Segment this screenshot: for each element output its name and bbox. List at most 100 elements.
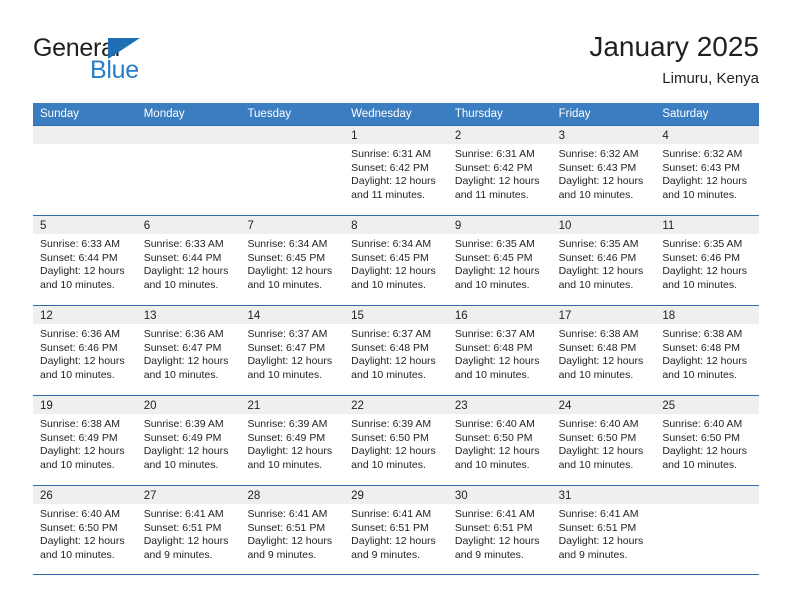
daylight-text-line2: and 10 minutes. (247, 368, 323, 381)
general-blue-logo: General Blue (33, 34, 253, 92)
day-cell[interactable]: 12 Sunrise: 6:36 AM Sunset: 6:46 PM Dayl… (33, 306, 137, 395)
day-cell[interactable]: 19 Sunrise: 6:38 AM Sunset: 6:49 PM Dayl… (33, 396, 137, 485)
day-cell[interactable]: 11 Sunrise: 6:35 AM Sunset: 6:46 PM Dayl… (655, 216, 760, 305)
day-cell[interactable]: 9 Sunrise: 6:35 AM Sunset: 6:45 PM Dayli… (447, 216, 552, 305)
day-cell[interactable]: 21 Sunrise: 6:39 AM Sunset: 6:49 PM Dayl… (240, 396, 345, 485)
sunrise-text: Sunrise: 6:34 AM (247, 238, 328, 250)
sunset-text: Sunset: 6:44 PM (40, 251, 118, 264)
day-number: 6 (143, 220, 151, 232)
daylight-text-line1: Daylight: 12 hours (351, 445, 436, 458)
day-number: 10 (558, 220, 572, 232)
day-cell[interactable]: 27 Sunrise: 6:41 AM Sunset: 6:51 PM Dayl… (136, 486, 241, 574)
day-cell[interactable]: 24 Sunrise: 6:40 AM Sunset: 6:50 PM Dayl… (551, 396, 656, 485)
daylight-text-line2: and 10 minutes. (143, 368, 219, 381)
day-cell[interactable]: 3 Sunrise: 6:32 AM Sunset: 6:43 PM Dayli… (551, 126, 656, 215)
day-cell[interactable] (33, 126, 137, 215)
sunrise-text: Sunrise: 6:40 AM (40, 508, 120, 520)
daylight-text-line1: Daylight: 12 hours (662, 355, 747, 368)
day-number: 27 (143, 490, 157, 502)
day-cell[interactable]: 2 Sunrise: 6:31 AM Sunset: 6:42 PM Dayli… (447, 126, 552, 215)
day-cell[interactable]: 7 Sunrise: 6:34 AM Sunset: 6:45 PM Dayli… (240, 216, 345, 305)
day-details: Sunrise: 6:41 AM Sunset: 6:51 PM Dayligh… (240, 504, 344, 562)
day-number-band: 20 (136, 396, 241, 414)
daylight-text-line2: and 11 minutes. (351, 188, 426, 201)
day-cell[interactable] (240, 126, 345, 215)
day-cell[interactable]: 14 Sunrise: 6:37 AM Sunset: 6:47 PM Dayl… (240, 306, 345, 395)
day-details: Sunrise: 6:39 AM Sunset: 6:49 PM Dayligh… (240, 414, 344, 472)
day-number-band: 15 (344, 306, 448, 324)
weekday-header-wednesday: Wednesday (351, 108, 412, 120)
day-cell[interactable]: 15 Sunrise: 6:37 AM Sunset: 6:48 PM Dayl… (344, 306, 448, 395)
day-details: Sunrise: 6:38 AM Sunset: 6:48 PM Dayligh… (552, 324, 656, 382)
day-number-band (33, 126, 137, 144)
weekday-header-tuesday: Tuesday (247, 108, 292, 120)
day-cell[interactable]: 17 Sunrise: 6:38 AM Sunset: 6:48 PM Dayl… (551, 306, 656, 395)
day-number-band: 4 (655, 126, 760, 144)
sunrise-text: Sunrise: 6:31 AM (454, 148, 535, 160)
day-number-band: 22 (344, 396, 448, 414)
day-details: Sunrise: 6:35 AM Sunset: 6:46 PM Dayligh… (552, 234, 656, 292)
day-cell[interactable]: 1 Sunrise: 6:31 AM Sunset: 6:42 PM Dayli… (344, 126, 448, 215)
daylight-text-line2: and 10 minutes. (454, 278, 530, 291)
daylight-text-line1: Daylight: 12 hours (143, 265, 229, 278)
day-number: 16 (454, 310, 468, 322)
day-number-band: 8 (344, 216, 448, 234)
daylight-text-line2: and 10 minutes. (454, 458, 530, 471)
daylight-text-line1: Daylight: 12 hours (143, 445, 229, 458)
day-cell[interactable]: 31 Sunrise: 6:41 AM Sunset: 6:51 PM Dayl… (551, 486, 656, 574)
daylight-text-line2: and 9 minutes. (558, 548, 628, 561)
day-cell[interactable]: 29 Sunrise: 6:41 AM Sunset: 6:51 PM Dayl… (344, 486, 448, 574)
sunrise-text: Sunrise: 6:41 AM (143, 508, 224, 520)
daylight-text-line2: and 10 minutes. (662, 368, 738, 381)
day-cell[interactable]: 22 Sunrise: 6:39 AM Sunset: 6:50 PM Dayl… (344, 396, 448, 485)
day-cell[interactable]: 13 Sunrise: 6:36 AM Sunset: 6:47 PM Dayl… (136, 306, 241, 395)
sunset-text: Sunset: 6:48 PM (662, 341, 740, 354)
day-number-band: 10 (551, 216, 656, 234)
day-cell[interactable]: 8 Sunrise: 6:34 AM Sunset: 6:45 PM Dayli… (344, 216, 448, 305)
day-number: 30 (454, 490, 468, 502)
sunset-text: Sunset: 6:49 PM (143, 431, 222, 444)
day-cell[interactable]: 4 Sunrise: 6:32 AM Sunset: 6:43 PM Dayli… (655, 126, 760, 215)
daylight-text-line1: Daylight: 12 hours (247, 355, 333, 368)
day-number-band: 30 (447, 486, 552, 504)
day-cell[interactable] (655, 486, 760, 574)
page-header: General Blue January 2025 Limuru, Kenya (33, 30, 759, 98)
day-number-band: 24 (551, 396, 656, 414)
sunrise-text: Sunrise: 6:36 AM (40, 328, 120, 340)
daylight-text-line2: and 9 minutes. (247, 548, 317, 561)
sunset-text: Sunset: 6:42 PM (351, 161, 429, 174)
sunset-text: Sunset: 6:48 PM (454, 341, 533, 354)
day-cell[interactable]: 23 Sunrise: 6:40 AM Sunset: 6:50 PM Dayl… (447, 396, 552, 485)
day-cell[interactable]: 20 Sunrise: 6:39 AM Sunset: 6:49 PM Dayl… (136, 396, 241, 485)
sunset-text: Sunset: 6:51 PM (351, 521, 429, 534)
day-number-band (655, 486, 760, 504)
sunrise-text: Sunrise: 6:31 AM (351, 148, 432, 160)
day-cell[interactable]: 30 Sunrise: 6:41 AM Sunset: 6:51 PM Dayl… (447, 486, 552, 574)
day-cell[interactable]: 6 Sunrise: 6:33 AM Sunset: 6:44 PM Dayli… (136, 216, 241, 305)
day-number-band: 7 (240, 216, 345, 234)
day-details: Sunrise: 6:37 AM Sunset: 6:48 PM Dayligh… (344, 324, 448, 382)
day-number: 24 (558, 400, 572, 412)
day-number-band: 12 (33, 306, 137, 324)
sunset-text: Sunset: 6:49 PM (247, 431, 326, 444)
day-details (655, 504, 759, 508)
day-number-band: 31 (551, 486, 656, 504)
day-cell[interactable]: 25 Sunrise: 6:40 AM Sunset: 6:50 PM Dayl… (655, 396, 760, 485)
sunrise-text: Sunrise: 6:35 AM (454, 238, 535, 250)
day-cell[interactable] (136, 126, 241, 215)
day-cell[interactable]: 26 Sunrise: 6:40 AM Sunset: 6:50 PM Dayl… (33, 486, 137, 574)
day-cell[interactable]: 10 Sunrise: 6:35 AM Sunset: 6:46 PM Dayl… (551, 216, 656, 305)
daylight-text-line2: and 10 minutes. (40, 368, 115, 381)
sunrise-text: Sunrise: 6:35 AM (662, 238, 743, 250)
sunset-text: Sunset: 6:48 PM (351, 341, 429, 354)
day-cell[interactable]: 16 Sunrise: 6:37 AM Sunset: 6:48 PM Dayl… (447, 306, 552, 395)
day-cell[interactable]: 18 Sunrise: 6:38 AM Sunset: 6:48 PM Dayl… (655, 306, 760, 395)
day-number-band: 23 (447, 396, 552, 414)
day-cell[interactable]: 28 Sunrise: 6:41 AM Sunset: 6:51 PM Dayl… (240, 486, 345, 574)
day-cell[interactable]: 5 Sunrise: 6:33 AM Sunset: 6:44 PM Dayli… (33, 216, 137, 305)
logo-text-blue: Blue (90, 56, 139, 84)
weekday-header-saturday: Saturday (662, 108, 709, 120)
daylight-text-line2: and 11 minutes. (454, 188, 529, 201)
daylight-text-line2: and 10 minutes. (143, 458, 219, 471)
daylight-text-line2: and 10 minutes. (351, 368, 426, 381)
